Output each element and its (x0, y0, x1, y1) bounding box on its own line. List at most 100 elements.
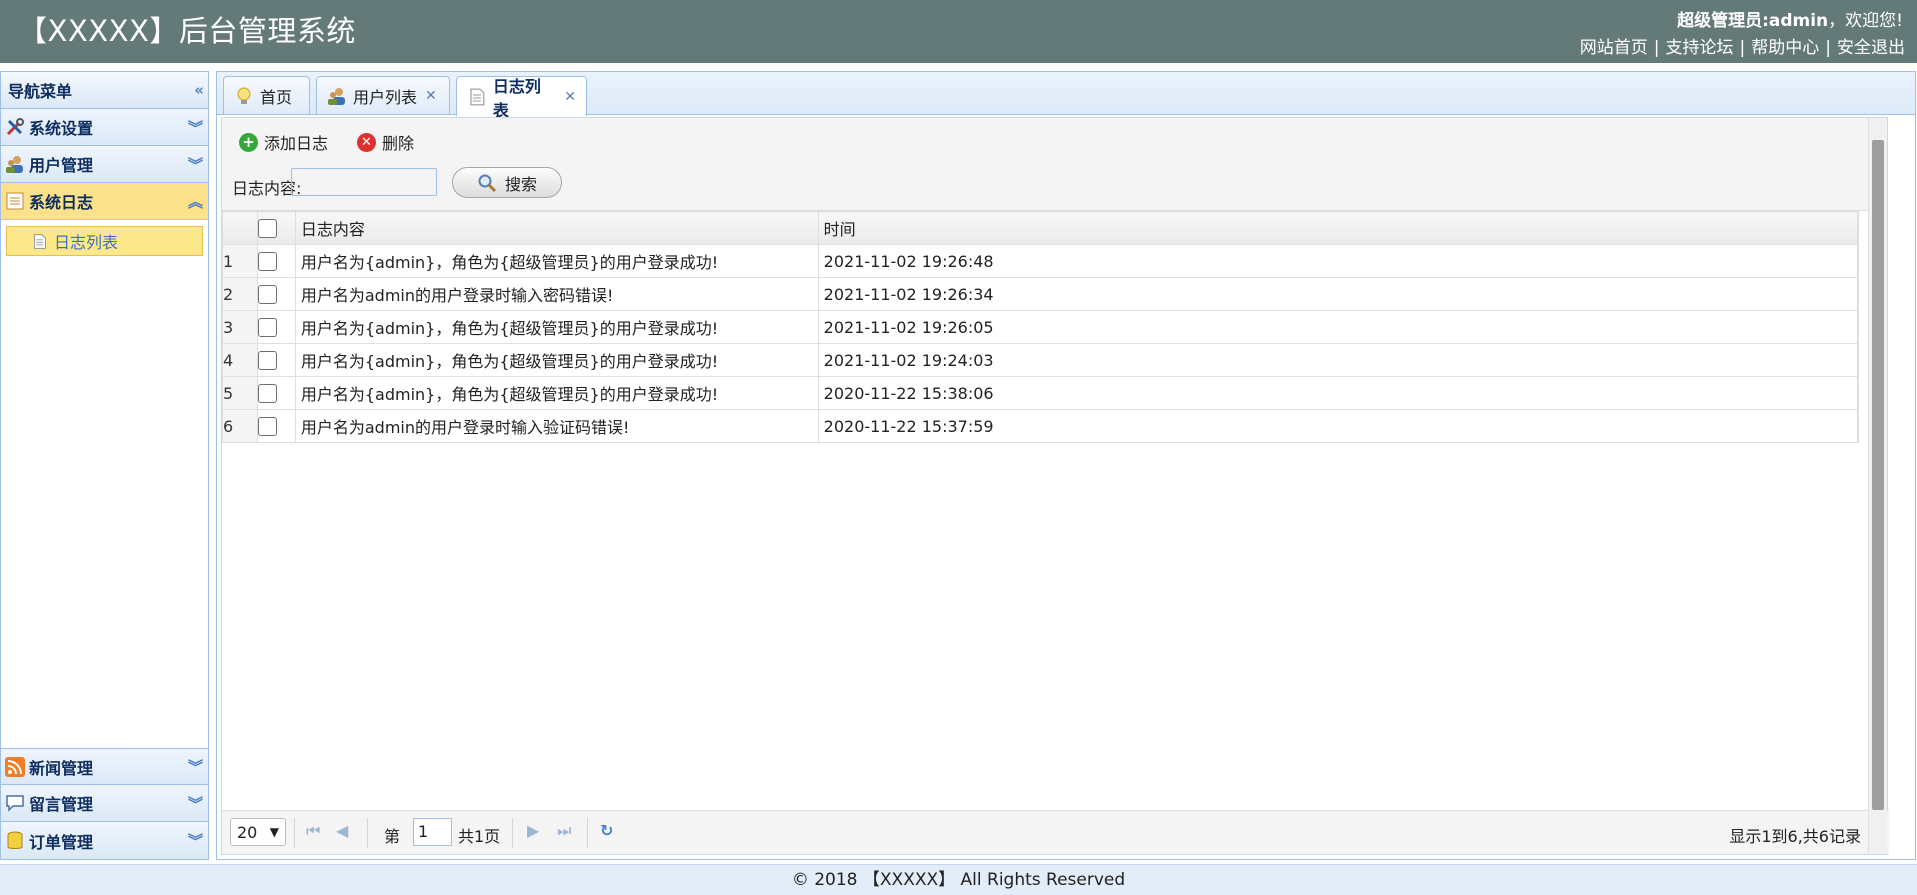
menu-label: 订单管理 (29, 832, 94, 852)
search-input[interactable] (291, 168, 437, 196)
log-time-cell: 2021-11-02 19:24:03 (817, 343, 1858, 377)
close-icon[interactable]: ✕ (425, 88, 437, 104)
header: 【XXXXX】后台管理系统 超级管理员:admin，欢迎您! 网站首页 | 支持论坛… (0, 0, 1917, 63)
row-checkbox[interactable] (257, 318, 277, 337)
log-table: 日志内容 时间 1 用户名为{admin}，角色为{超级管理员}的用户登录成功!… (222, 211, 1860, 443)
delete-icon: ✕ (357, 132, 376, 152)
menu-user-management[interactable]: 用户管理 ︾ (1, 146, 208, 183)
log-content-cell: 用户名为{admin}，角色为{超级管理员}的用户登录成功! (294, 343, 819, 377)
log-time-cell: 2021-11-02 19:26:05 (817, 310, 1858, 344)
first-page-icon[interactable]: ⏮ (306, 821, 320, 841)
rss-icon (5, 756, 25, 777)
tab-log-list[interactable]: 日志列表 ✕ (456, 76, 587, 120)
menu-system-log[interactable]: 系统日志 ︽ (1, 183, 208, 220)
menu-order-management[interactable]: 订单管理 ︾ (1, 822, 208, 859)
menu-news-management[interactable]: 新闻管理 ︾ (1, 748, 208, 785)
page-number-input[interactable]: 1 (413, 818, 452, 846)
sidebar-item-log-list[interactable]: 日志列表 (6, 226, 203, 256)
log-list-panel: + 添加日志 ✕ 删除 日志内容: 搜索 日志内容 时间 1 用户名为{admi… (221, 117, 1889, 855)
tab-label: 日志列表 (492, 76, 541, 120)
menu-label: 留言管理 (29, 795, 94, 814)
close-icon[interactable]: ✕ (564, 89, 576, 105)
chevron-down-icon: ︾ (187, 118, 203, 137)
add-icon: + (239, 132, 258, 152)
search-button[interactable]: 搜索 (452, 167, 562, 198)
divider (367, 818, 368, 848)
row-select-cell (256, 277, 296, 311)
search-button-label: 搜索 (504, 174, 537, 194)
refresh-icon[interactable]: ↻ (600, 821, 613, 840)
column-header-time[interactable]: 时间 (817, 211, 1858, 245)
menu-label: 用户管理 (29, 156, 94, 175)
log-time-cell: 2021-11-02 19:26:34 (817, 277, 1858, 311)
table-row[interactable]: 6 用户名为admin的用户登录时输入验证码错误! 2020-11-22 15:… (222, 409, 1860, 443)
link-logout[interactable]: 安全退出 (1837, 38, 1905, 58)
separator: | (1739, 38, 1746, 58)
toolbar: + 添加日志 ✕ 删除 日志内容: 搜索 (222, 118, 1887, 211)
menu-message-management[interactable]: 留言管理 ︾ (1, 785, 208, 822)
column-header-filler (1856, 211, 1860, 245)
next-page-icon[interactable]: ▶ (527, 821, 539, 840)
comment-icon (6, 795, 24, 812)
tab-label: 首页 (260, 87, 293, 107)
log-content-cell: 用户名为admin的用户登录时输入密码错误! (294, 277, 819, 311)
row-checkbox[interactable] (257, 384, 277, 403)
top-links: 网站首页 | 支持论坛 | 帮助中心 | 安全退出 (1580, 33, 1905, 58)
row-select-cell (256, 310, 296, 344)
prev-page-icon[interactable]: ◀ (336, 821, 348, 840)
chevron-up-icon: ︽ (187, 192, 203, 211)
table-row[interactable]: 4 用户名为{admin}，角色为{超级管理员}的用户登录成功! 2021-11… (222, 343, 1860, 377)
last-page-icon[interactable]: ⏭ (557, 821, 571, 841)
filler-cell (1856, 310, 1860, 344)
delete-button[interactable]: ✕ 删除 (357, 130, 414, 154)
tab-label: 用户列表 (353, 87, 418, 107)
add-log-button[interactable]: + 添加日志 (239, 130, 328, 154)
table-row[interactable]: 3 用户名为{admin}，角色为{超级管理员}的用户登录成功! 2021-11… (222, 310, 1860, 344)
collapse-left-icon[interactable]: « (194, 81, 204, 99)
row-checkbox[interactable] (257, 285, 277, 304)
user-role-label: 超级管理员:admin (1677, 11, 1829, 31)
row-number: 5 (222, 376, 258, 410)
vertical-scrollbar[interactable] (1868, 118, 1887, 854)
page-size-select[interactable]: 20 ▼ (230, 818, 286, 846)
row-select-cell (256, 244, 296, 278)
log-time-cell: 2020-11-22 15:38:06 (817, 376, 1858, 410)
tab-bar: 首页 用户列表 ✕ 日志列表 ✕ (217, 72, 1915, 120)
tab-user-list[interactable]: 用户列表 ✕ (316, 76, 450, 114)
table-header-row: 日志内容 时间 (222, 211, 1860, 245)
add-log-label: 添加日志 (264, 134, 329, 153)
select-all-checkbox[interactable] (257, 219, 277, 238)
log-content-cell: 用户名为{admin}，角色为{超级管理员}的用户登录成功! (294, 310, 819, 344)
row-select-cell (256, 409, 296, 443)
filler-cell (1856, 244, 1860, 278)
link-support-forum[interactable]: 支持论坛 (1666, 38, 1734, 58)
column-header-content[interactable]: 日志内容 (294, 211, 819, 245)
pagination-bar: 20 ▼ ⏮ ◀ 第 1 共1页 ▶ ⏭ ↻ 显示1到6,共6记录 (222, 810, 1889, 854)
row-number: 4 (222, 343, 258, 377)
table-row[interactable]: 2 用户名为admin的用户登录时输入密码错误! 2021-11-02 19:2… (222, 277, 1860, 311)
row-checkbox[interactable] (257, 252, 277, 271)
row-select-cell (256, 376, 296, 410)
row-checkbox[interactable] (257, 351, 277, 370)
sidebar-item-label: 日志列表 (54, 233, 119, 252)
row-select-cell (256, 343, 296, 377)
page-prefix: 第 (384, 827, 401, 846)
chevron-down-icon: ▼ (269, 825, 279, 839)
menu-system-settings[interactable]: 系统设置 ︾ (1, 109, 208, 146)
table-row[interactable]: 1 用户名为{admin}，角色为{超级管理员}的用户登录成功! 2021-11… (222, 244, 1860, 278)
link-help-center[interactable]: 帮助中心 (1751, 38, 1819, 58)
row-checkbox[interactable] (257, 417, 277, 436)
scrollbar-thumb[interactable] (1872, 140, 1884, 810)
footer: © 2018 【XXXXX】 All Rights Reserved (0, 864, 1917, 895)
table-row[interactable]: 5 用户名为{admin}，角色为{超级管理员}的用户登录成功! 2020-11… (222, 376, 1860, 410)
filler-cell (1856, 343, 1860, 377)
record-summary: 显示1到6,共6记录 (1729, 827, 1861, 846)
tab-home[interactable]: 首页 (223, 76, 310, 114)
chevron-down-icon: ︾ (187, 758, 203, 776)
users-icon (328, 87, 345, 105)
divider (512, 818, 513, 848)
main-panel: 首页 用户列表 ✕ 日志列表 ✕ + 添加日志 ✕ 删除 日志内容: 搜索 日志… (216, 71, 1916, 860)
page-size-value: 20 (237, 822, 258, 842)
link-site-home[interactable]: 网站首页 (1580, 38, 1648, 58)
sidebar-header: 导航菜单 « (1, 72, 208, 109)
